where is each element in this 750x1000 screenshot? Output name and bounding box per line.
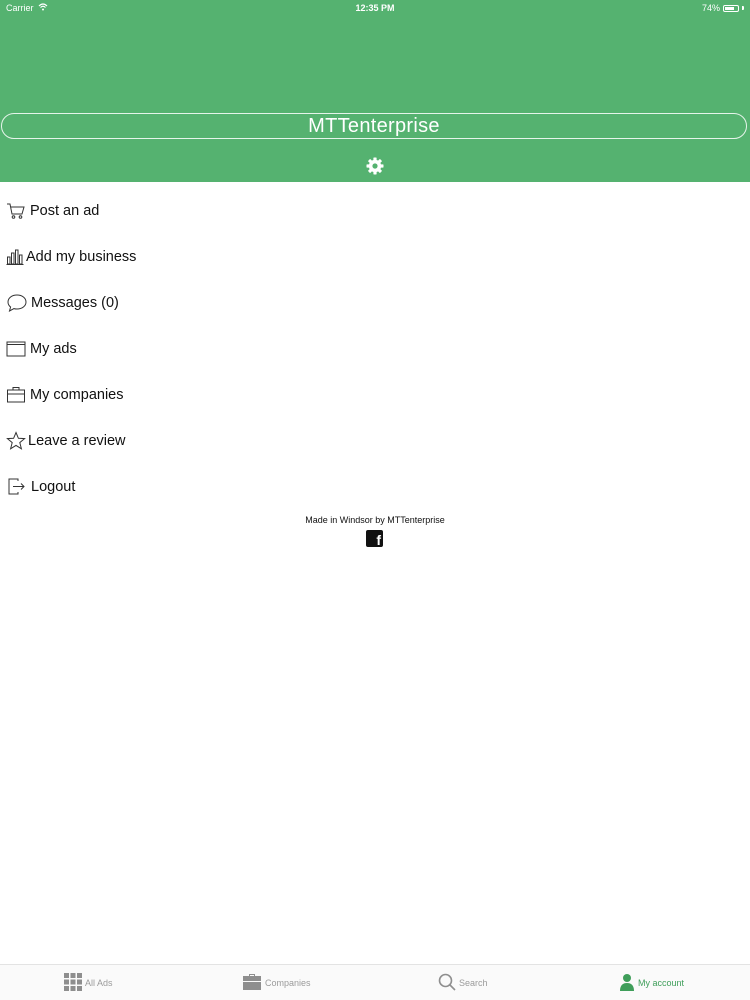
- star-icon: [6, 431, 26, 451]
- menu-item-label: My companies: [30, 387, 124, 403]
- tab-label: My account: [638, 978, 685, 988]
- menu-item-leave-review[interactable]: Leave a review: [6, 426, 126, 456]
- battery-fill: [725, 6, 734, 10]
- tab-label: Search: [459, 978, 488, 988]
- tab-label: Companies: [265, 978, 311, 988]
- menu-item-post-ad[interactable]: Post an ad: [6, 196, 99, 226]
- search-icon: [438, 973, 456, 993]
- tab-label: All Ads: [85, 978, 113, 988]
- menu-item-my-ads[interactable]: My ads: [6, 334, 77, 364]
- gear-icon[interactable]: [365, 156, 385, 176]
- clock: 12:35 PM: [355, 3, 395, 13]
- battery-icon: [723, 4, 739, 12]
- facebook-icon[interactable]: f: [366, 530, 383, 547]
- briefcase-icon: [242, 973, 262, 993]
- menu-item-label: Add my business: [26, 249, 137, 265]
- menu-item-messages[interactable]: Messages (0): [6, 288, 119, 318]
- folder-icon: [6, 339, 26, 359]
- status-bar: Carrier 12:35 PM 74%: [0, 0, 750, 16]
- chat-bubble-icon: [6, 293, 28, 313]
- briefcase-icon: [6, 385, 26, 405]
- grid-icon: [64, 973, 82, 993]
- app-title-text: MTTenterprise: [308, 114, 440, 137]
- credit-text: Made in Windsor by MTTenterprise: [305, 515, 445, 525]
- app-title: MTTenterprise: [1, 113, 747, 139]
- tab-bar: All Ads Companies Search My account: [0, 964, 750, 1000]
- menu-item-logout[interactable]: Logout: [6, 472, 75, 502]
- cart-icon: [6, 201, 26, 221]
- person-icon: [619, 973, 635, 993]
- tab-my-account[interactable]: My account: [619, 972, 684, 994]
- tab-companies[interactable]: Companies: [242, 972, 311, 994]
- status-right: 74%: [702, 3, 744, 13]
- menu-item-label: My ads: [30, 341, 77, 357]
- battery-percent: 74%: [701, 3, 720, 13]
- menu-item-my-companies[interactable]: My companies: [6, 380, 123, 410]
- bar-chart-icon: [6, 247, 24, 267]
- battery-tip: [742, 6, 744, 10]
- tab-all-ads[interactable]: All Ads: [64, 972, 113, 994]
- logout-icon: [6, 477, 26, 497]
- facebook-letter: f: [376, 532, 381, 547]
- menu-item-label: Leave a review: [28, 433, 126, 449]
- menu-item-add-business[interactable]: Add my business: [6, 242, 136, 272]
- menu-item-label: Logout: [31, 479, 76, 495]
- menu-item-label: Post an ad: [30, 203, 100, 219]
- header: Carrier 12:35 PM 74% MTTenterprise: [0, 0, 750, 182]
- tab-search[interactable]: Search: [438, 972, 488, 994]
- menu-item-label: Messages (0): [31, 295, 119, 311]
